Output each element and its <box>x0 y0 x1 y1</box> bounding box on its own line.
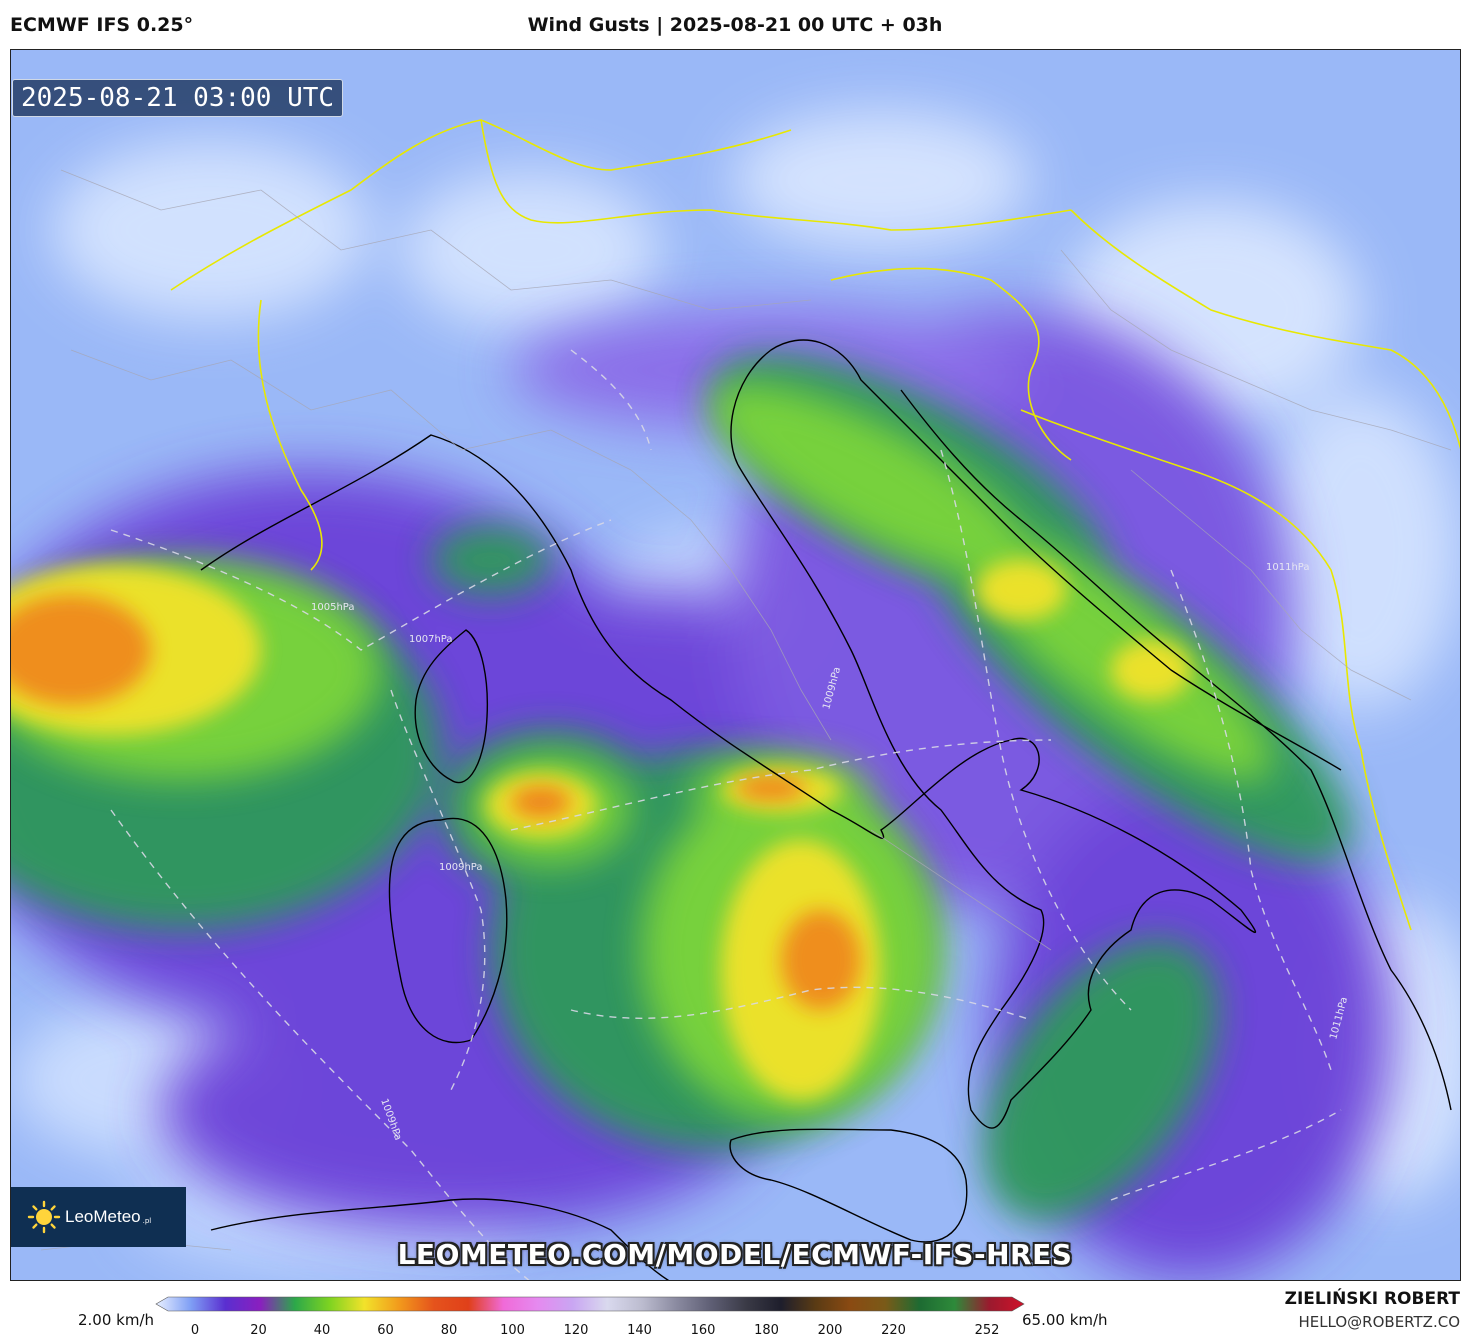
legend-max-label: 65.00 km/h <box>1022 1311 1108 1329</box>
isobar-label: 1005hPa <box>311 602 355 613</box>
isobar-label: 1007hPa <box>409 634 453 645</box>
color-legend: 0 20 40 60 80 100 120 140 160 180 200 220 252 <box>155 1296 1025 1337</box>
weather-map[interactable]: 1005hPa 1007hPa 1009hPa 1009hPa 1011hPa … <box>10 49 1461 1281</box>
author-email[interactable]: HELLO@ROBERTZ.CO <box>1298 1313 1460 1331</box>
legend-tick-label: 140 <box>627 1323 652 1337</box>
legend-tick-label: 220 <box>881 1323 906 1337</box>
legend-bar <box>155 1296 1025 1312</box>
legend-tick-label: 252 <box>975 1323 1000 1337</box>
isobar-label: 1009hPa <box>439 862 483 873</box>
map-title: Wind Gusts | 2025-08-21 00 UTC + 03h <box>527 14 943 36</box>
valid-time-badge: 2025-08-21 03:00 UTC <box>12 79 344 117</box>
sun-icon <box>27 1200 61 1234</box>
legend-tick-label: 160 <box>691 1323 716 1337</box>
author-credit: ZIELIŃSKI ROBERT <box>1284 1289 1460 1309</box>
logo-name: LeoMeteo <box>65 1207 141 1226</box>
legend-tick-label: 0 <box>191 1323 199 1337</box>
wind-gust-field: 1005hPa 1007hPa 1009hPa 1009hPa 1011hPa … <box>11 50 1460 1280</box>
legend-tick-label: 200 <box>818 1323 843 1337</box>
isobar-label: 1011hPa <box>1266 562 1310 573</box>
logo-suffix: .pl <box>142 1217 152 1225</box>
legend-tick-label: 120 <box>564 1323 589 1337</box>
model-url-watermark: LEOMETEO.COM/MODEL/ECMWF-IFS-HRES <box>397 1238 1073 1271</box>
legend-tick-label: 20 <box>250 1323 267 1337</box>
legend-tick-label: 80 <box>441 1323 458 1337</box>
legend-tick-label: 180 <box>754 1323 779 1337</box>
legend-ticks: 0 20 40 60 80 100 120 140 160 180 200 220 252 <box>191 1323 1000 1337</box>
legend-tick-label: 100 <box>500 1323 525 1337</box>
legend-tick-label: 40 <box>314 1323 331 1337</box>
legend-tick-label: 60 <box>377 1323 394 1337</box>
